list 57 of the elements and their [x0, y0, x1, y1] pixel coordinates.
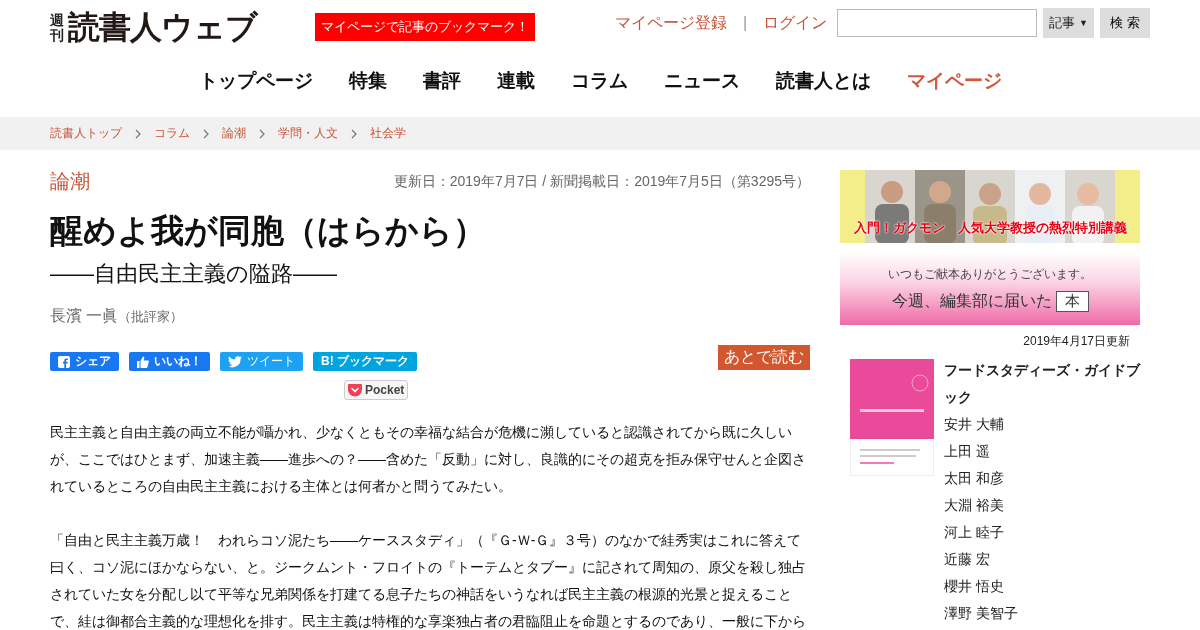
chevron-icon [203, 128, 209, 139]
like-share-button[interactable]: いいね！ [129, 352, 210, 371]
pocket-button[interactable]: Pocket [344, 380, 409, 400]
nav-item[interactable]: 連載 [496, 68, 535, 100]
breadcrumb-link[interactable]: 社会学 [370, 125, 406, 142]
pocket-icon [348, 383, 362, 397]
book-author: 大淵 裕美 [944, 496, 1005, 515]
search-field[interactable] [837, 9, 1038, 37]
banner-tagline: いつもご献本ありがとうございます。 [888, 265, 1092, 283]
nav-item[interactable]: マイページ [906, 68, 1002, 100]
category-label[interactable]: 論潮 [50, 168, 90, 195]
search-button[interactable]: 検 索 [1100, 8, 1150, 38]
book-author: 安井 大輔 [944, 415, 1005, 434]
article-dates: 更新日：2019年7月7日 / 新聞掲載日：2019年7月5日（第3295号） [393, 172, 810, 191]
nav-item[interactable]: 書評 [422, 68, 461, 100]
banner-heading: 今週、編集部に届いた [891, 290, 1052, 311]
nav-item[interactable]: 読書人とは [775, 68, 871, 100]
twitter-share-button[interactable]: ツイート [220, 352, 303, 371]
chevron-icon [351, 128, 357, 139]
book-author: 太田 和彦 [944, 469, 1005, 488]
nav-item[interactable]: トップページ [198, 68, 313, 100]
book-author: 櫻井 悟史 [944, 577, 1005, 596]
books-banner[interactable]: いつもご献本ありがとうございます。 今週、編集部に届いた 本 [840, 252, 1140, 325]
thumbs-up-icon [137, 355, 149, 368]
breadcrumb-link[interactable]: 論潮 [222, 125, 246, 142]
book-author: 河上 睦子 [944, 523, 1005, 542]
book-label: 本 [1055, 290, 1089, 312]
nav-item[interactable]: 特集 [348, 68, 387, 100]
read-later-button[interactable]: あとで読む [718, 345, 810, 370]
facebook-share-button[interactable]: シェア [50, 352, 119, 371]
login-link[interactable]: ログイン [763, 12, 828, 34]
book-author: 澤野 美智子 [944, 604, 1019, 623]
register-link[interactable]: マイページ登録 [614, 12, 727, 34]
breadcrumb-link[interactable]: コラム [154, 125, 190, 142]
facebook-icon [58, 355, 70, 368]
book-author: 上田 遥 [944, 442, 991, 461]
breadcrumb-link[interactable]: 読書人トップ [50, 125, 122, 142]
article-paragraph: 民主主義と自由主義の両立不能が囁かれ、少なくともその幸福な結合が危機に瀕していると認識されてから既に久しいが、ここではひとまず、加速主義――進歩への？――含めた「反動」に対し、良識的にその超克を拒み保守せんと企図されているところの自由民主主義における主体とは何者かと問うてみたい。 [50, 423, 807, 496]
banner-caption[interactable]: 入門！ガクモン 人気大学教授の熱烈特別講義 [840, 220, 1140, 237]
nav-item[interactable]: コラム [570, 68, 628, 100]
chevron-icon [135, 128, 141, 139]
nav-item[interactable]: ニュース [663, 68, 740, 100]
author-name: 長濱 一眞 [50, 307, 119, 324]
chevron-icon [259, 128, 265, 139]
update-date: 2019年4月17日更新 [1022, 333, 1131, 350]
author-role: （批評家） [118, 309, 184, 324]
article-title: 醒めよ我が同胞（はらから） [50, 211, 487, 251]
scope-dropdown[interactable]: 記事 ▼ [1043, 8, 1094, 38]
article-paragraph: 「自由と民主主義万歳！ われらコソ泥たち――ケーススタディ」（『Ｇ-Ｗ-Ｇ』３号）のなかで絓秀実はこれに答えて曰く、コソ泥にほかならない、と。ジークムント・フロイトの『トーテムとタブー』に記されて周知の、原父を殺し独占されていた女を分配し以て平等な兄弟関係を打建てる息子たちの神話をいうなれば民主主義の根源的光景と捉えることで、絓は御都合主義的な理想化を排す。民主主義は特権的な享楽独占者の君臨阻止を命題とするのであり、一般に下から [50, 531, 807, 630]
breadcrumb-link[interactable]: 学問・人文 [278, 125, 338, 142]
book-title[interactable]: フードスタディーズ・ガイドブック [944, 357, 1140, 411]
article-subtitle: ――自由民主主義の隘路―― [50, 260, 338, 288]
book-author: 近藤 宏 [944, 550, 991, 569]
promo-banner[interactable]: マイページで記事のブックマーク！ [315, 13, 535, 41]
bird-icon [228, 355, 242, 368]
separator: | [742, 14, 748, 32]
hatena-share-button[interactable]: B! ブックマーク [313, 352, 417, 371]
